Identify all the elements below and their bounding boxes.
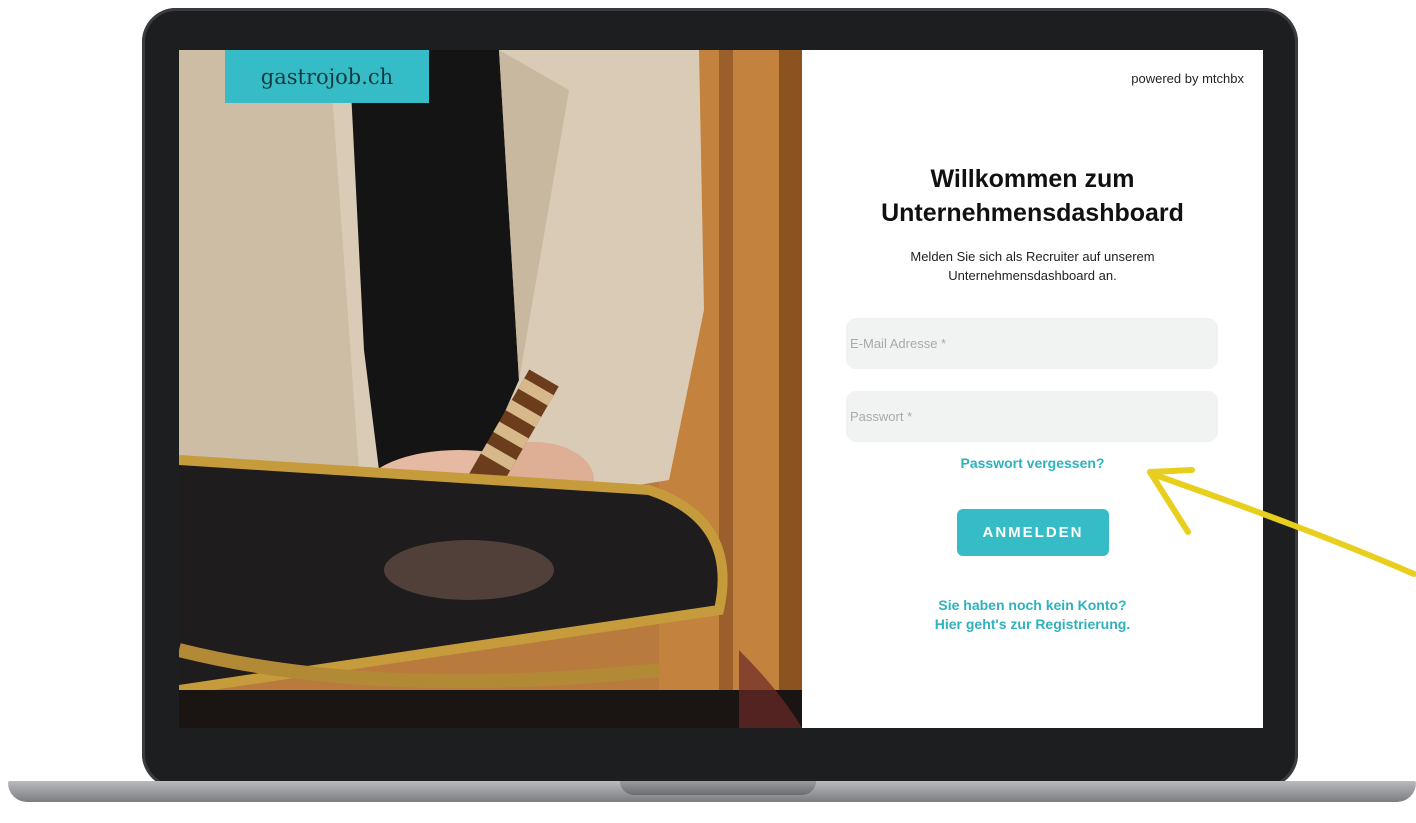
title-line-1: Willkommen zum [930, 165, 1135, 193]
subtitle-line-1: Melden Sie sich als Recruiter auf unsere… [910, 249, 1155, 264]
screen: gastrojob.ch powered by mtchbx Willkomme… [179, 50, 1263, 728]
email-field[interactable] [846, 318, 1218, 369]
register-link[interactable]: Sie haben noch kein Konto? Hier geht's z… [802, 596, 1263, 634]
login-button[interactable]: ANMELDEN [957, 509, 1109, 556]
page-subtitle: Melden Sie sich als Recruiter auf unsere… [802, 247, 1263, 285]
brand-logo[interactable]: gastrojob.ch [225, 50, 429, 103]
register-line-1: Sie haben noch kein Konto? [938, 597, 1127, 613]
password-field[interactable] [846, 391, 1218, 442]
register-line-2: Hier geht's zur Registrierung. [934, 616, 1131, 632]
hand-drawn-arrow-icon [1147, 467, 1416, 577]
title-line-2: Unternehmensdashboard [881, 199, 1184, 227]
page-title: Willkommen zum Unternehmensdashboard [802, 162, 1263, 230]
laptop-notch [620, 781, 816, 795]
subtitle-line-2: Unternehmensdashboard an. [948, 268, 1117, 283]
hero-photo: gastrojob.ch [179, 50, 802, 728]
hero-photo-illustration [179, 50, 802, 728]
powered-by-text: powered by mtchbx [1131, 71, 1244, 86]
login-panel: powered by mtchbx Willkommen zum Unterne… [802, 50, 1263, 728]
